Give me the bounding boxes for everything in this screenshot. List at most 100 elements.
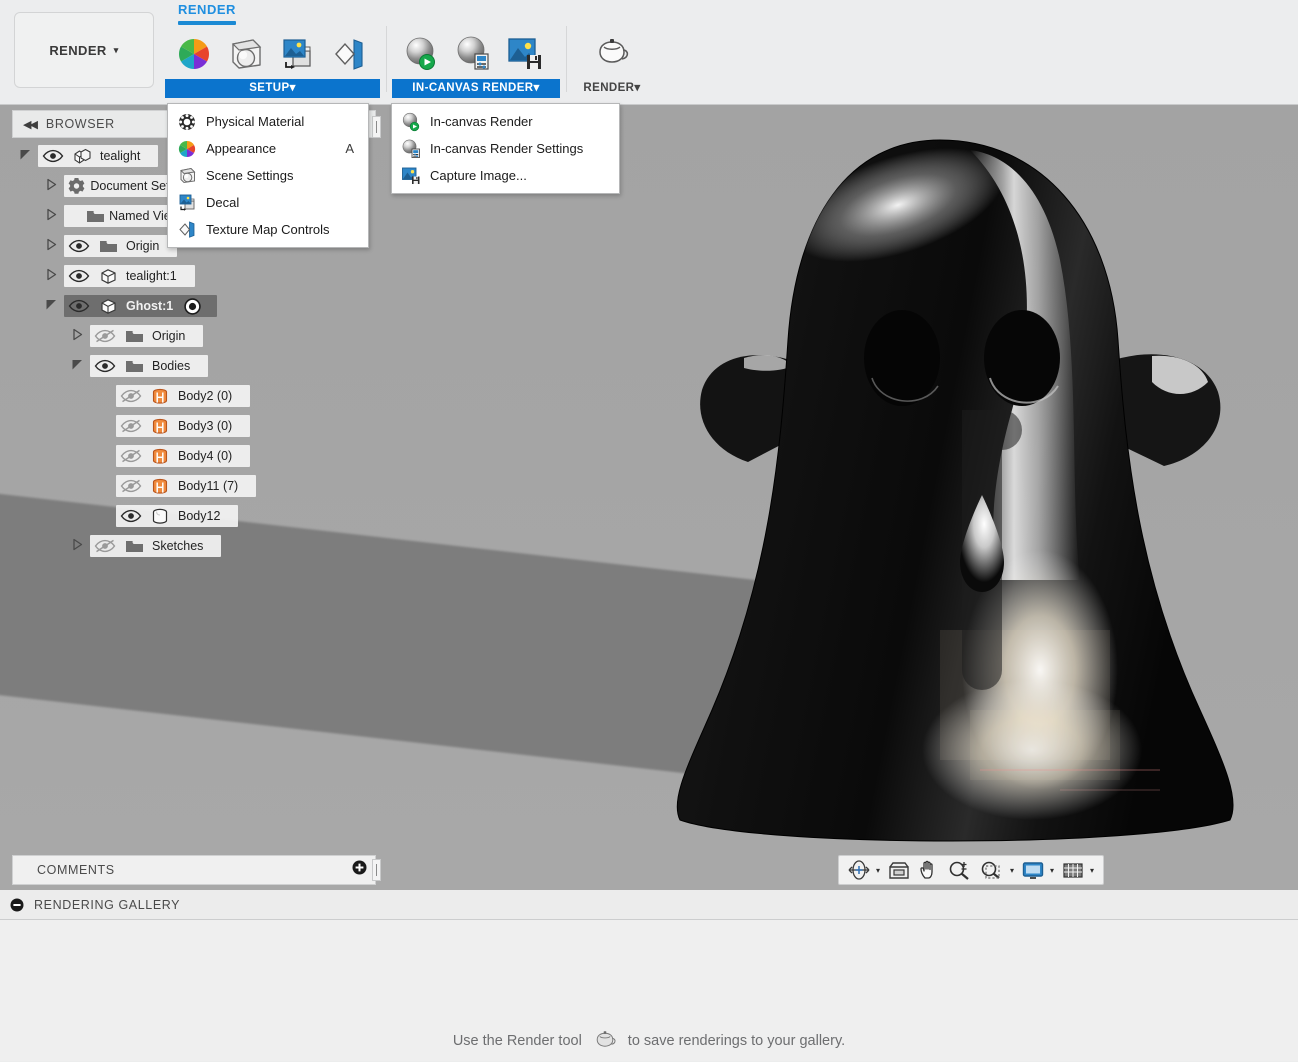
tree-item[interactable]: Sketches <box>90 535 222 557</box>
eye-visible-icon[interactable] <box>68 239 90 253</box>
tree-item[interactable]: Bodies <box>90 355 209 377</box>
visibility-toggle[interactable] <box>38 149 68 163</box>
tree-item[interactable]: Origin <box>64 235 178 257</box>
tree-twisty[interactable] <box>12 148 38 164</box>
tab-render[interactable]: RENDER <box>170 2 244 25</box>
visibility-toggle[interactable] <box>116 509 146 523</box>
tree-row[interactable]: tealight:1 <box>12 264 376 288</box>
visibility-toggle[interactable] <box>116 479 146 493</box>
tree-item[interactable]: Body11 (7) <box>116 475 257 497</box>
visibility-toggle[interactable] <box>116 449 146 463</box>
tree-twisty[interactable] <box>64 538 90 554</box>
tree-twisty[interactable] <box>38 238 64 254</box>
visibility-toggle[interactable] <box>64 239 94 253</box>
activate-component-radio[interactable] <box>179 297 205 315</box>
zoom-button[interactable] <box>945 857 975 883</box>
menu-item[interactable]: Scene Settings <box>168 162 368 189</box>
menu-item[interactable]: Appearance A <box>168 135 368 162</box>
eye-visible-icon[interactable] <box>68 299 90 313</box>
visibility-toggle[interactable] <box>90 359 120 373</box>
visibility-toggle[interactable] <box>90 539 120 553</box>
eye-hidden-icon[interactable] <box>94 539 116 553</box>
eye-visible-icon[interactable] <box>120 509 142 523</box>
tree-twisty[interactable] <box>38 208 64 224</box>
texture-map-controls-button[interactable] <box>327 29 373 79</box>
twisty-collapsed-icon[interactable] <box>45 238 58 251</box>
tree-twisty[interactable] <box>64 358 90 374</box>
comments-resize-handle[interactable] <box>372 859 381 881</box>
browser-resize-handle[interactable] <box>372 116 381 138</box>
eye-hidden-icon[interactable] <box>94 329 116 343</box>
tree-item[interactable]: Body3 (0) <box>116 415 251 437</box>
eye-hidden-icon[interactable] <box>120 449 142 463</box>
display-chevron-down-icon[interactable]: ▾ <box>1050 866 1054 875</box>
capture-image-button[interactable] <box>502 29 548 79</box>
menu-item[interactable]: Physical Material <box>168 108 368 135</box>
tree-twisty[interactable] <box>64 328 90 344</box>
orbit-button[interactable] <box>845 857 873 883</box>
eye-visible-icon[interactable] <box>68 269 90 283</box>
grid-chevron-down-icon[interactable]: ▾ <box>1090 866 1094 875</box>
comments-panel[interactable]: COMMENTS <box>12 855 376 885</box>
tree-row[interactable]: Body11 (7) <box>12 474 376 498</box>
visibility-toggle[interactable] <box>116 389 146 403</box>
twisty-expanded-icon[interactable] <box>45 298 58 311</box>
menu-item[interactable]: In-canvas Render <box>392 108 619 135</box>
tree-twisty[interactable] <box>38 178 64 194</box>
menu-item[interactable]: Capture Image... <box>392 162 619 189</box>
rendering-gallery-header[interactable]: RENDERING GALLERY <box>0 890 1298 920</box>
twisty-collapsed-icon[interactable] <box>71 538 84 551</box>
appearance-button[interactable] <box>171 29 217 79</box>
tree-row[interactable]: Origin <box>12 324 376 348</box>
twisty-expanded-icon[interactable] <box>71 358 84 371</box>
pan-button[interactable] <box>915 857 943 883</box>
workspace-switcher-button[interactable]: RENDER ▾ <box>14 12 154 88</box>
panel-setup-title[interactable]: SETUP▾ <box>165 79 380 98</box>
tree-row[interactable]: Body2 (0) <box>12 384 376 408</box>
collapse-left-arrows-icon[interactable]: ◀◀ <box>23 118 38 131</box>
twisty-collapsed-icon[interactable] <box>45 268 58 281</box>
tree-row[interactable]: Bodies <box>12 354 376 378</box>
fit-chevron-down-icon[interactable]: ▾ <box>1010 866 1014 875</box>
tree-item[interactable]: Body4 (0) <box>116 445 251 467</box>
panel-render-title[interactable]: RENDER▾ <box>572 79 652 98</box>
tree-item[interactable]: Body12 <box>116 505 239 527</box>
twisty-expanded-icon[interactable] <box>19 148 32 161</box>
grid-snaps-button[interactable] <box>1059 857 1087 883</box>
panel-in-canvas-render-title[interactable]: IN-CANVAS RENDER▾ <box>392 79 560 98</box>
tree-row[interactable]: Body12 <box>12 504 376 528</box>
eye-hidden-icon[interactable] <box>120 479 142 493</box>
tree-twisty[interactable] <box>38 298 64 314</box>
tree-row[interactable]: Ghost:1 <box>12 294 376 318</box>
tree-row[interactable]: Body3 (0) <box>12 414 376 438</box>
twisty-collapsed-icon[interactable] <box>45 208 58 221</box>
look-at-button[interactable] <box>885 857 913 883</box>
fit-button[interactable] <box>977 857 1007 883</box>
tree-item[interactable]: Origin <box>90 325 204 347</box>
menu-item[interactable]: Decal <box>168 189 368 216</box>
scene-settings-button[interactable] <box>223 29 269 79</box>
eye-visible-icon[interactable] <box>42 149 64 163</box>
visibility-toggle[interactable] <box>64 299 94 313</box>
rendering-gallery-body[interactable]: Use the Render tool to save renderings t… <box>0 920 1298 1061</box>
visibility-toggle[interactable] <box>116 419 146 433</box>
menu-item[interactable]: In-canvas Render Settings <box>392 135 619 162</box>
decal-button[interactable] <box>275 29 321 79</box>
tree-item-selected[interactable]: Ghost:1 <box>64 295 218 317</box>
tree-item[interactable]: tealight <box>38 145 159 167</box>
minus-circle-icon[interactable] <box>10 898 24 912</box>
eye-hidden-icon[interactable] <box>120 389 142 403</box>
orbit-chevron-down-icon[interactable]: ▾ <box>876 866 880 875</box>
eye-hidden-icon[interactable] <box>120 419 142 433</box>
tree-twisty[interactable] <box>38 268 64 284</box>
tree-row[interactable]: Body4 (0) <box>12 444 376 468</box>
tree-row[interactable]: Sketches <box>12 534 376 558</box>
tree-item[interactable]: Body2 (0) <box>116 385 251 407</box>
in-canvas-render-settings-button[interactable] <box>450 29 496 79</box>
render-button[interactable] <box>589 29 635 79</box>
display-settings-button[interactable] <box>1019 857 1047 883</box>
eye-visible-icon[interactable] <box>94 359 116 373</box>
tree-item[interactable]: tealight:1 <box>64 265 195 287</box>
visibility-toggle[interactable] <box>64 269 94 283</box>
menu-item[interactable]: Texture Map Controls <box>168 216 368 243</box>
